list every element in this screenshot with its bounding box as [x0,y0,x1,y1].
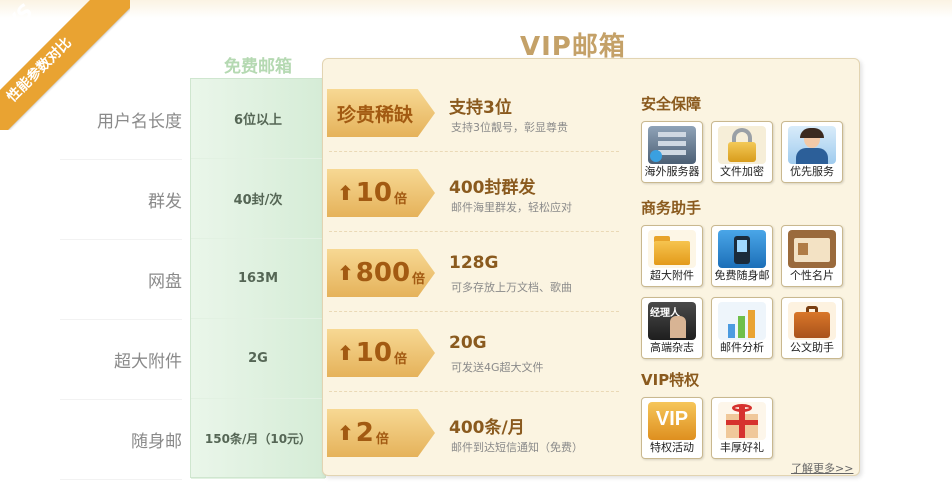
free-mailbox-column: 6位以上 40封/次 163M 2G 150条/月（10元） [190,78,326,479]
vip-feature-desc: 可发送4G超大文件 [451,361,544,374]
vip-feature-row: 珍贵稀缺 支持3位 支持3位靓号，彰显尊贵 [323,71,623,151]
gift-icon [718,402,766,440]
icon-label: 公文助手 [790,341,834,354]
vip-feature-desc: 支持3位靓号，彰显尊贵 [451,121,568,134]
security-section-title: 安全保障 [641,95,702,113]
icon-label: 个性名片 [790,269,834,282]
free-value: 2G [191,319,325,399]
support-agent-icon [788,126,836,164]
badge-number: 2 [355,418,374,448]
feature-label: 随身邮 [60,400,182,480]
badge-unit: 倍 [393,191,407,207]
vip-feature-row: ⬆ 10 倍 400封群发 邮件海里群发，轻松应对 [323,151,623,231]
icon-label: 高端杂志 [650,341,694,354]
icon-label: 邮件分析 [720,341,764,354]
vip-badge: 珍贵稀缺 [327,89,435,137]
up-arrow-icon: ⬆ [337,421,354,445]
business-card-icon [788,230,836,268]
free-value: 40封/次 [191,159,325,239]
vip-feature-desc: 可多存放上万文档、歌曲 [451,281,572,294]
vip-feature-title: 支持3位 [449,98,512,118]
phone-mail-icon [718,230,766,268]
vip-feature-title: 400封群发 [449,178,536,198]
badge-unit: 倍 [412,271,426,287]
vip-feature-title: 128G [449,253,499,273]
vip-feature-row: ⬆ 800 倍 128G 可多存放上万文档、歌曲 [323,231,623,311]
vs-label: VS [0,0,38,38]
vip-privilege-section-title: VIP特权 [641,371,700,389]
feature-label: 网盘 [60,240,182,320]
badge-number: 10 [355,338,392,368]
badge-unit: 倍 [375,431,389,447]
icon-label: 特权活动 [650,441,694,454]
vip-feature-title: 20G [449,333,487,353]
large-attachment-card[interactable]: 超大附件 [641,225,703,287]
feature-label: 用户名长度 [60,80,182,160]
vip-mailbox-panel: 珍贵稀缺 支持3位 支持3位靓号，彰显尊贵 ⬆ 10 倍 400封群发 邮件海里群发… [322,58,860,476]
up-arrow-icon: ⬆ [337,181,354,205]
magazine-icon: 经理人 [648,302,696,340]
file-encryption-card[interactable]: 文件加密 [711,121,773,183]
mail-analysis-card[interactable]: 邮件分析 [711,297,773,359]
free-value: 6位以上 [191,79,325,159]
vip-feature-row: ⬆ 2 倍 400条/月 邮件到达短信通知（免费） [323,391,623,471]
vip-badge-icon: VIP [648,402,696,440]
icon-label: 文件加密 [720,165,764,178]
premium-magazine-card[interactable]: 经理人 高端杂志 [641,297,703,359]
feature-label: 群发 [60,160,182,240]
generous-gift-card[interactable]: 丰厚好礼 [711,397,773,459]
icon-label: 超大附件 [650,269,694,282]
server-icon [648,126,696,164]
vip-feature-title: 400条/月 [449,418,525,438]
free-value: 163M [191,239,325,319]
icon-label: 优先服务 [790,165,834,178]
document-assistant-card[interactable]: 公文助手 [781,297,843,359]
privilege-activity-card[interactable]: VIP 特权活动 [641,397,703,459]
business-section-title: 商务助手 [641,199,702,217]
badge-number: 800 [355,258,411,288]
briefcase-icon [788,302,836,340]
feature-labels-column: 用户名长度 群发 网盘 超大附件 随身邮 [60,80,182,480]
vip-badge: ⬆ 800 倍 [327,249,435,297]
vip-badge: ⬆ 2 倍 [327,409,435,457]
learn-more-link[interactable]: 了解更多>> [791,460,853,476]
business-card-card[interactable]: 个性名片 [781,225,843,287]
chart-icon [718,302,766,340]
badge-unit: 倍 [393,351,407,367]
icon-label: 免费随身邮 [714,269,770,282]
vip-feature-desc: 邮件海里群发，轻松应对 [451,201,572,214]
overseas-server-card[interactable]: 海外服务器 [641,121,703,183]
folder-icon [648,230,696,268]
up-arrow-icon: ⬆ [337,341,354,365]
vip-feature-desc: 邮件到达短信通知（免费） [451,441,583,454]
badge-word: 珍贵稀缺 [337,103,414,126]
lock-icon [718,126,766,164]
vip-badge: ⬆ 10 倍 [327,329,435,377]
priority-service-card[interactable]: 优先服务 [781,121,843,183]
free-mailbox-heading: 免费邮箱 [224,57,292,77]
up-arrow-icon: ⬆ [337,261,354,285]
icon-label: 丰厚好礼 [720,441,764,454]
vip-feature-row: ⬆ 10 倍 20G 可发送4G超大文件 [323,311,623,391]
icon-label: 海外服务器 [644,165,700,178]
vip-badge: ⬆ 10 倍 [327,169,435,217]
top-shade [0,0,952,18]
free-value: 150条/月（10元） [191,399,325,479]
free-mobile-mail-card[interactable]: 免费随身邮 [711,225,773,287]
feature-label: 超大附件 [60,320,182,400]
badge-number: 10 [355,178,392,208]
